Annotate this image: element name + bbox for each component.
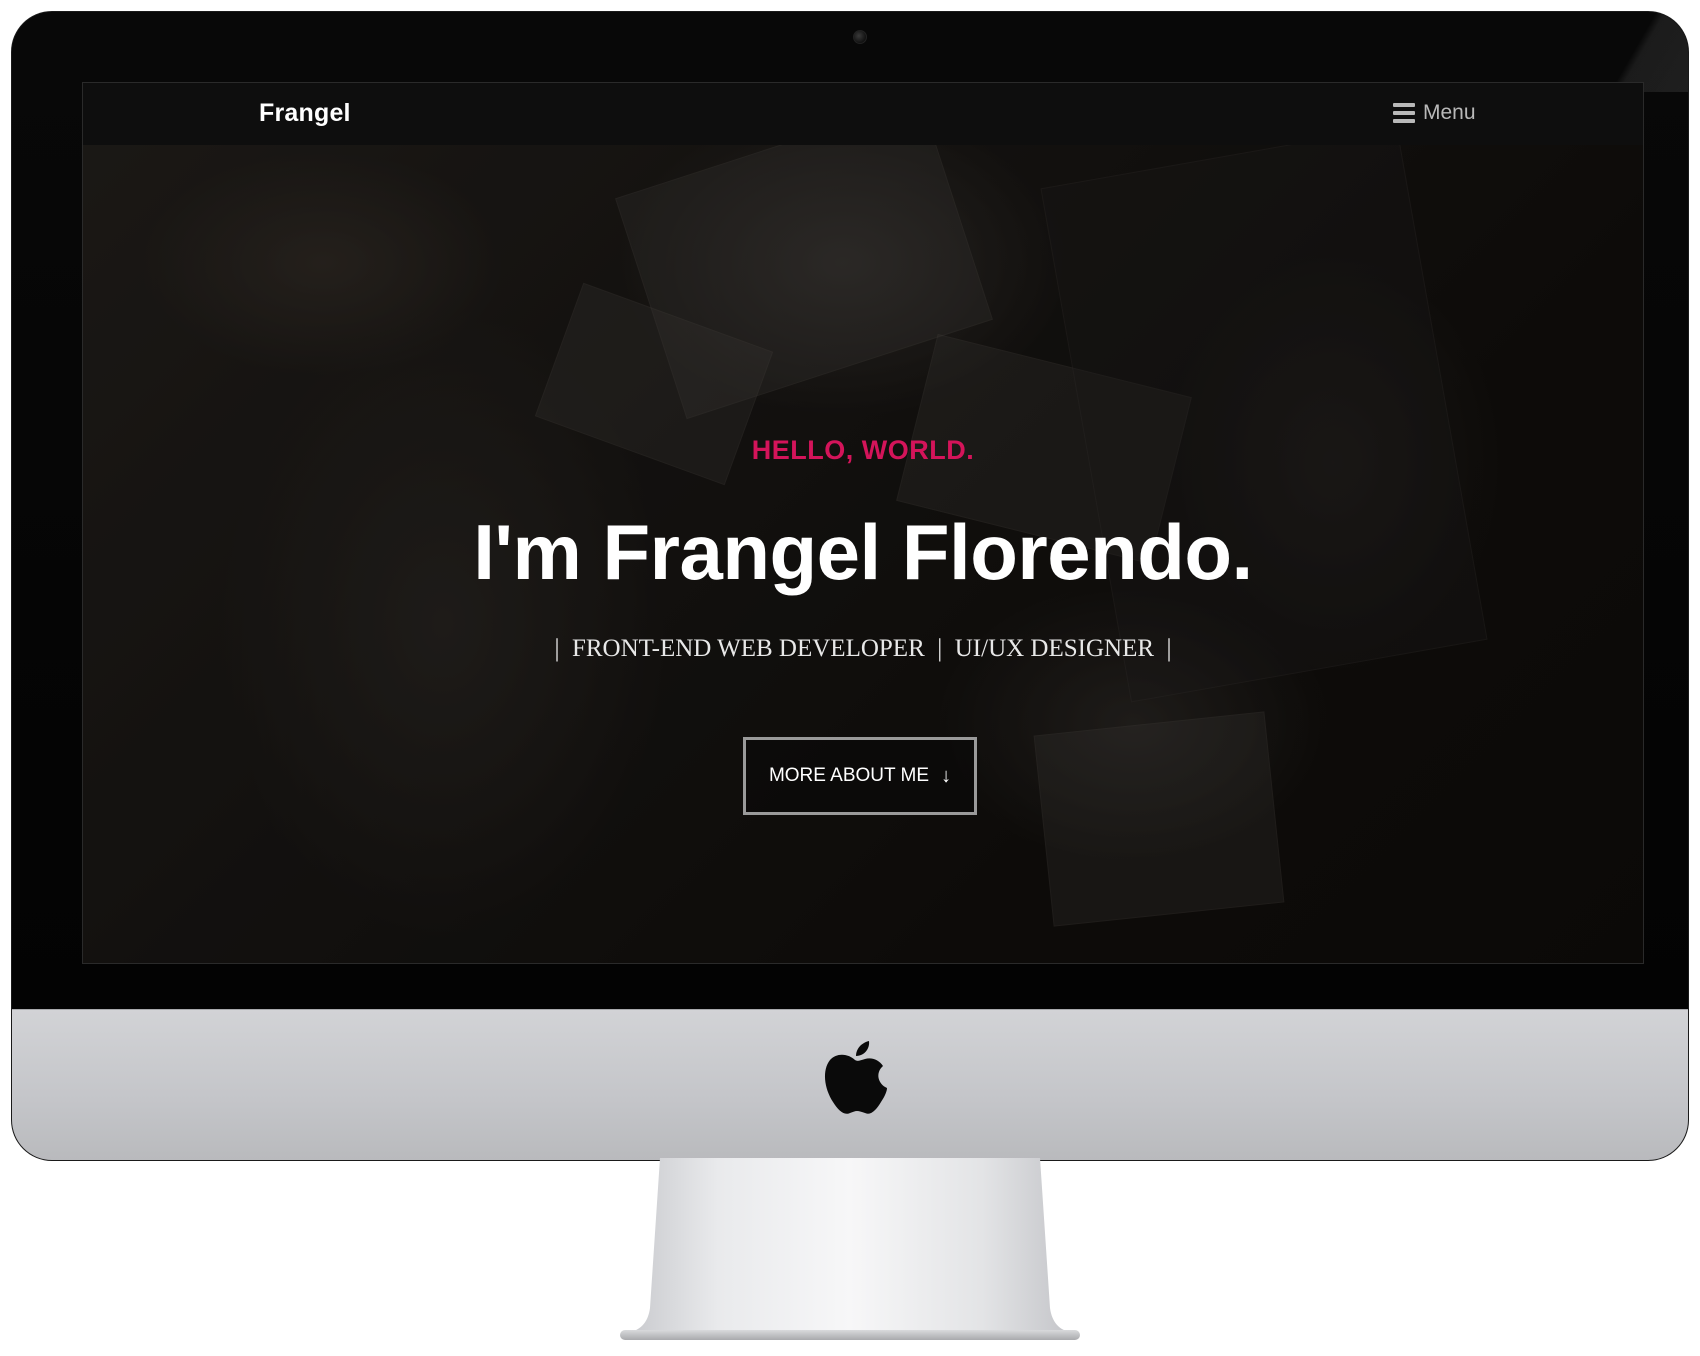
apple-logo: [824, 1041, 887, 1114]
monitor-chin: [12, 1009, 1688, 1160]
monitor-stand: [620, 1158, 1080, 1340]
arrow-down-icon: ↓: [941, 765, 952, 787]
hero-greeting: HELLO, WORLD.: [751, 435, 975, 465]
more-about-me-button[interactable]: MORE ABOUT ME ↓: [743, 737, 977, 815]
monitor: Frangel Menu HELLO, WORLD. I'm Frangel F…: [12, 12, 1688, 1160]
hero-content: HELLO, WORLD. I'm Frangel Florendo. | FR…: [83, 83, 1643, 963]
imac-mockup: Frangel Menu HELLO, WORLD. I'm Frangel F…: [0, 0, 1700, 1356]
website-screen: Frangel Menu HELLO, WORLD. I'm Frangel F…: [82, 82, 1644, 964]
cta-label: MORE ABOUT ME: [768, 765, 930, 786]
hero-subtitle: | FRONT-END WEB DEVELOPER | UI/UX DESIGN…: [554, 635, 1172, 662]
camera-icon: [853, 30, 867, 44]
hero-headline: I'm Frangel Florendo.: [473, 508, 1253, 596]
